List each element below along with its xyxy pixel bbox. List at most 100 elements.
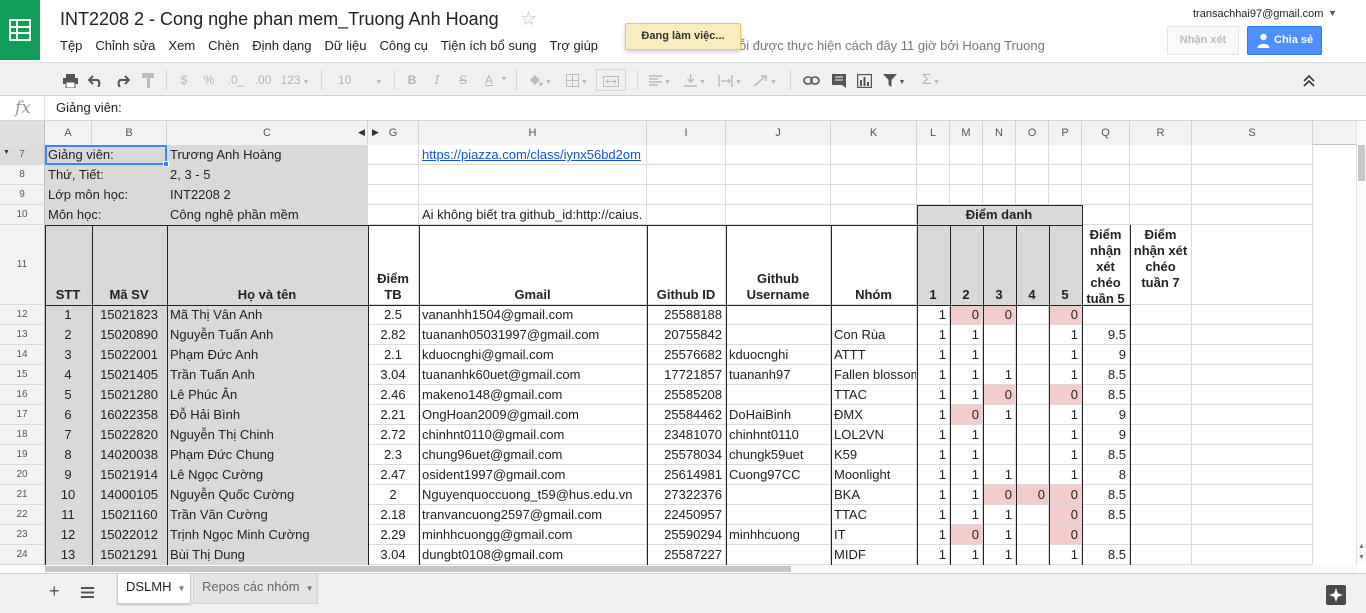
stt-cell[interactable]: 6	[45, 405, 92, 425]
column-header[interactable]: M	[950, 121, 983, 145]
cross-review-week5-cell[interactable]: 8.5	[1082, 545, 1130, 565]
column-header[interactable]: R	[1130, 121, 1192, 145]
empty-cell[interactable]	[1016, 145, 1049, 165]
stt-cell[interactable]: 3	[45, 345, 92, 365]
gmail-cell[interactable]: tuananhk60uet@gmail.com	[419, 365, 647, 385]
average-score-header[interactable]: Điểm TB	[368, 225, 419, 305]
student-id-cell[interactable]: 16022358	[92, 405, 167, 425]
bold-button[interactable]: B	[403, 69, 421, 91]
align-left-icon[interactable]: ▼	[645, 69, 675, 91]
percent-format-button[interactable]: %	[200, 69, 218, 91]
empty-cell[interactable]	[917, 165, 950, 185]
gmail-cell[interactable]: tranvancuong2597@gmail.com	[419, 505, 647, 525]
full-name-header[interactable]: Họ và tên	[167, 225, 368, 305]
cross-review-week5-cell[interactable]: 8.5	[1082, 505, 1130, 525]
attendance-cell[interactable]	[1016, 525, 1049, 545]
github-username-cell[interactable]: minhhcuong	[726, 525, 831, 545]
attendance-cell[interactable]	[1016, 365, 1049, 385]
empty-cell[interactable]	[647, 165, 726, 185]
attendance-cell[interactable]: 0	[1049, 505, 1082, 525]
average-score-cell[interactable]: 2.5	[368, 305, 419, 325]
average-score-cell[interactable]: 2.72	[368, 425, 419, 445]
empty-cell[interactable]	[1192, 305, 1313, 325]
empty-cell[interactable]	[1192, 145, 1313, 165]
column-header[interactable]: B	[92, 121, 167, 145]
group-header[interactable]: Nhóm	[831, 225, 917, 305]
hidden-columns-left-arrow-icon[interactable]: ◀	[358, 127, 365, 138]
stt-cell[interactable]: 11	[45, 505, 92, 525]
empty-cell[interactable]	[726, 205, 831, 225]
attendance-cell[interactable]: 1	[983, 505, 1016, 525]
chevron-down-icon[interactable]: ▼	[306, 584, 314, 593]
column-header[interactable]: N	[983, 121, 1016, 145]
stt-header[interactable]: STT	[45, 225, 92, 305]
attendance-cell[interactable]: 1	[950, 545, 983, 565]
cross-review-week7-cell[interactable]	[1130, 525, 1192, 545]
text-rotation-icon[interactable]: ▼	[750, 69, 780, 91]
average-score-cell[interactable]: 2.3	[368, 445, 419, 465]
empty-cell[interactable]	[1049, 185, 1082, 205]
attendance-cell[interactable]: 1	[1049, 345, 1082, 365]
cross-review-week7-cell[interactable]	[1130, 505, 1192, 525]
attendance-cell[interactable]	[983, 325, 1016, 345]
student-id-cell[interactable]: 14000105	[92, 485, 167, 505]
insert-chart-icon[interactable]	[853, 69, 875, 91]
attendance-cell[interactable]: 1	[1049, 365, 1082, 385]
cross-review-week7-cell[interactable]	[1130, 325, 1192, 345]
borders-icon[interactable]: ▼	[562, 69, 592, 91]
vertical-scroll-thumb[interactable]	[1358, 145, 1365, 181]
piazza-link[interactable]: https://piazza.com/class/iynx56bd2om	[419, 145, 647, 165]
attendance-cell[interactable]: 0	[950, 525, 983, 545]
empty-cell[interactable]	[1192, 385, 1313, 405]
full-name-cell[interactable]: Nguyễn Quốc Cường	[167, 485, 368, 505]
group-cell[interactable]: MIDF	[831, 545, 917, 565]
empty-cell[interactable]	[1082, 145, 1130, 165]
student-id-cell[interactable]: 15020890	[92, 325, 167, 345]
empty-cell[interactable]	[1192, 165, 1313, 185]
cross-review-week7-cell[interactable]	[1130, 405, 1192, 425]
empty-cell[interactable]	[1192, 545, 1313, 565]
github-id-cell[interactable]: 27322376	[647, 485, 726, 505]
menu-addons[interactable]: Tiện ích bổ sung	[441, 38, 537, 53]
spreadsheet-grid[interactable]: A B C G H I J K L M N O P Q R S ◀ ▶ 7 ▼ 8 9…	[0, 121, 1356, 565]
stt-cell[interactable]: 7	[45, 425, 92, 445]
empty-cell[interactable]	[1192, 365, 1313, 385]
github-id-cell[interactable]: 25585208	[647, 385, 726, 405]
menu-file[interactable]: Tệp	[60, 38, 82, 53]
sheet-tab-repos[interactable]: Repos các nhóm ▼	[193, 574, 318, 604]
empty-cell[interactable]	[1082, 185, 1130, 205]
empty-cell[interactable]	[1192, 485, 1313, 505]
attendance-cell[interactable]: 1	[917, 465, 950, 485]
attendance-cell[interactable]: 0	[1016, 485, 1049, 505]
github-id-cell[interactable]: 25584462	[647, 405, 726, 425]
cross-review-week7-header[interactable]: Điểm nhận xét chéo tuần 7	[1130, 225, 1192, 305]
gmail-header[interactable]: Gmail	[419, 225, 647, 305]
attendance-cell[interactable]: 1	[917, 505, 950, 525]
scroll-up-arrow-icon[interactable]: ▲	[1358, 543, 1365, 550]
star-icon[interactable]: ☆	[520, 8, 537, 31]
attendance-session-header[interactable]: 4	[1016, 225, 1049, 305]
gmail-cell[interactable]: chinhnt0110@gmail.com	[419, 425, 647, 445]
document-title[interactable]: INT2208 2 - Cong nghe phan mem_Truong An…	[60, 9, 499, 30]
add-sheet-plus-icon[interactable]: +	[49, 581, 60, 602]
attendance-cell[interactable]	[1016, 425, 1049, 445]
attendance-cell[interactable]: 1	[917, 445, 950, 465]
empty-cell[interactable]	[1192, 445, 1313, 465]
empty-cell[interactable]	[647, 185, 726, 205]
text-color-button[interactable]: A	[479, 69, 499, 91]
github-username-cell[interactable]	[726, 505, 831, 525]
row-header[interactable]: 24	[0, 545, 45, 565]
empty-cell[interactable]	[917, 145, 950, 165]
gmail-cell[interactable]: vananhh1504@gmail.com	[419, 305, 647, 325]
empty-cell[interactable]	[983, 185, 1016, 205]
attendance-cell[interactable]: 1	[917, 545, 950, 565]
attendance-cell[interactable]	[983, 445, 1016, 465]
github-username-cell[interactable]	[726, 545, 831, 565]
empty-cell[interactable]	[831, 185, 917, 205]
gmail-cell[interactable]: dungbt0108@gmail.com	[419, 545, 647, 565]
gmail-cell[interactable]: makeno148@gmail.com	[419, 385, 647, 405]
empty-cell[interactable]	[368, 185, 419, 205]
cross-review-week7-cell[interactable]	[1130, 465, 1192, 485]
full-name-cell[interactable]: Nguyễn Tuấn Anh	[167, 325, 368, 345]
empty-cell[interactable]	[1016, 185, 1049, 205]
